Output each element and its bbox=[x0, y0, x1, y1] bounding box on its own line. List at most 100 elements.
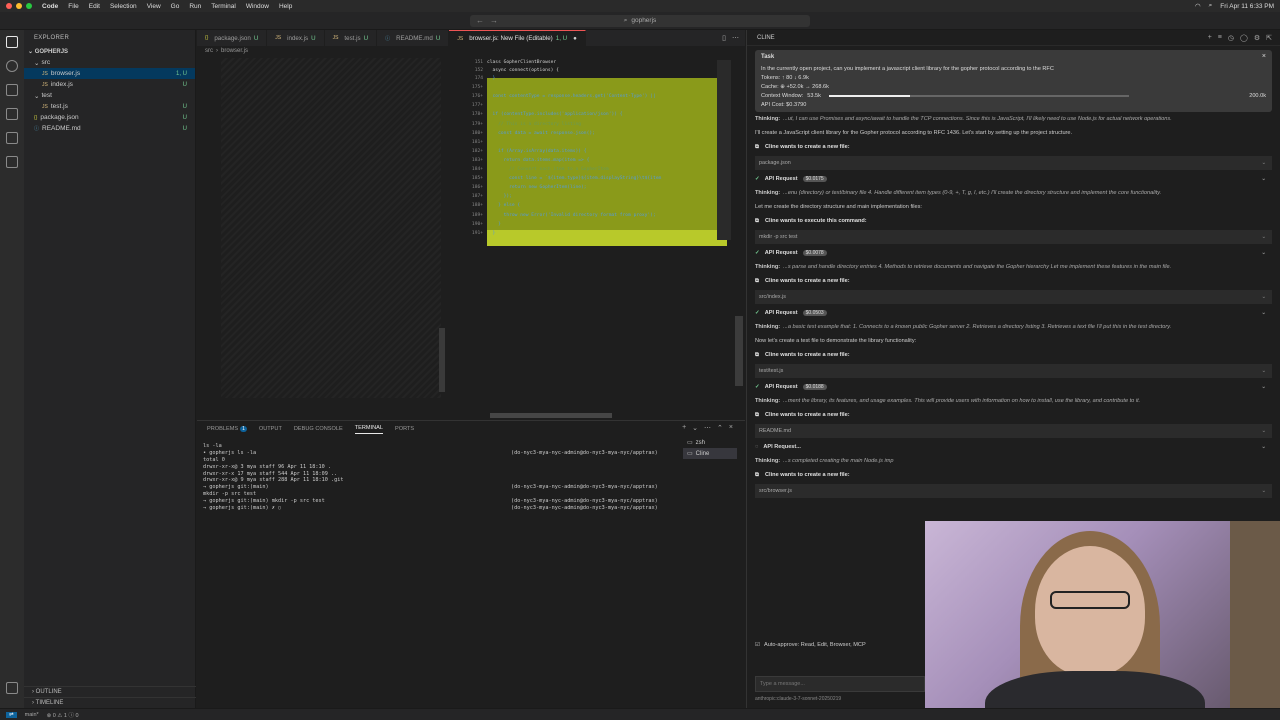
maximize-panel-icon[interactable]: ⌃ bbox=[717, 424, 723, 432]
forward-arrow-icon[interactable]: → bbox=[490, 16, 498, 25]
api-request-row[interactable]: ✓ API Request $0.0175 ⌄ bbox=[755, 172, 1272, 186]
tree-item-test-js[interactable]: JS test.js U bbox=[24, 101, 195, 112]
menu-item-help[interactable]: Help bbox=[279, 3, 292, 10]
chevron-down-icon[interactable]: ⌄ bbox=[1261, 234, 1266, 240]
panel-tab-terminal[interactable]: TERMINAL bbox=[354, 425, 383, 434]
menu-item-selection[interactable]: Selection bbox=[110, 3, 137, 10]
menu-item-terminal[interactable]: Terminal bbox=[211, 3, 236, 10]
wifi-icon[interactable]: ◠ bbox=[1195, 2, 1201, 10]
minimize-window-button[interactable] bbox=[16, 3, 22, 9]
outline-section[interactable]: › OUTLINE bbox=[24, 686, 196, 697]
menu-item-file[interactable]: File bbox=[68, 3, 78, 10]
chevron-down-icon[interactable]: ⌄ bbox=[1261, 444, 1266, 450]
menu-item-go[interactable]: Go bbox=[171, 3, 180, 10]
panel-tab-problems[interactable]: PROBLEMS 1 bbox=[207, 426, 247, 432]
api-request-row[interactable]: ✓ API Request $0.0188 ⌄ bbox=[755, 380, 1272, 394]
app-menu[interactable]: Code bbox=[42, 3, 58, 10]
close-icon[interactable]: × bbox=[1262, 53, 1266, 60]
new-task-icon[interactable]: + bbox=[1208, 34, 1212, 42]
terminal-item-zsh[interactable]: ▭ zsh bbox=[683, 437, 737, 448]
terminal-item-cline[interactable]: ▭ Cline bbox=[683, 448, 737, 459]
new-terminal-icon[interactable]: + bbox=[682, 424, 686, 432]
tree-item-package-json[interactable]: {} package.json U bbox=[24, 112, 195, 123]
explorer-icon[interactable] bbox=[6, 36, 18, 48]
tool-target[interactable]: README.md ⌄ bbox=[755, 424, 1272, 438]
timeline-section[interactable]: › TIMELINE bbox=[24, 697, 196, 708]
tool-target[interactable]: test/test.js ⌄ bbox=[755, 364, 1272, 378]
tree-item-index-js[interactable]: JS index.js U bbox=[24, 79, 195, 90]
tab-README-md[interactable]: ⓘ README.md U bbox=[377, 30, 450, 46]
tool-target[interactable]: src/index.js ⌄ bbox=[755, 290, 1272, 304]
back-arrow-icon[interactable]: ← bbox=[476, 16, 484, 25]
api-request-row[interactable]: ✓ API Request $0.0503 ⌄ bbox=[755, 306, 1272, 320]
chevron-down-icon[interactable]: ⌄ bbox=[1261, 250, 1266, 256]
cline-icon[interactable] bbox=[6, 156, 18, 168]
tree-item-test[interactable]: ⌄ test bbox=[24, 90, 195, 101]
diff-editor[interactable]: 151 class GopherClientBrowser 152 async co… bbox=[197, 56, 745, 418]
tree-item-README-md[interactable]: ⓘ README.md U bbox=[24, 123, 195, 134]
chevron-down-icon[interactable]: ⌄ bbox=[1261, 310, 1266, 316]
api-request-row[interactable]: ✓ API Request $0.0078 ⌄ bbox=[755, 246, 1272, 260]
history-icon[interactable]: ◷ bbox=[1228, 34, 1234, 42]
remote-icon[interactable]: ⇌ bbox=[6, 711, 17, 718]
menu-item-run[interactable]: Run bbox=[189, 3, 201, 10]
tool-target[interactable]: src/browser.js ⌄ bbox=[755, 484, 1272, 498]
chevron-down-icon[interactable]: ⌄ bbox=[1261, 368, 1266, 374]
problems-indicator[interactable]: ⊗ 0 ⚠ 1 ⓘ 0 bbox=[47, 711, 79, 719]
tree-item-src[interactable]: ⌄ src bbox=[24, 57, 195, 68]
more-actions-icon[interactable]: ⋯ bbox=[704, 424, 711, 432]
terminal-output[interactable]: ls -la • gopherjs ls -la (do-nyc3-mya-nyc-… bbox=[203, 443, 683, 512]
gear-icon[interactable] bbox=[6, 682, 18, 694]
account-icon[interactable]: ◯ bbox=[1240, 34, 1248, 42]
tab-package-json[interactable]: {} package.json U bbox=[197, 30, 268, 46]
project-folder[interactable]: ⌄ GOPHERJS bbox=[24, 46, 195, 57]
split-editor-icon[interactable]: ▯ bbox=[722, 34, 726, 42]
clock[interactable]: Fri Apr 11 6:33 PM bbox=[1220, 3, 1274, 10]
chevron-down-icon[interactable]: ⌄ bbox=[692, 424, 698, 432]
vertical-scrollbar[interactable] bbox=[735, 316, 743, 386]
api-request-row[interactable]: ◌ API Request... ⌄ bbox=[755, 440, 1272, 454]
extensions-icon[interactable] bbox=[6, 132, 18, 144]
menu-item-view[interactable]: View bbox=[147, 3, 161, 10]
modified-code-pane[interactable]: 151 class GopherClientBrowser 152 async co… bbox=[453, 58, 733, 248]
auto-approve-row[interactable]: ☑ Auto-approve: Read, Edit, Browser, MCP bbox=[755, 642, 866, 648]
menu-item-edit[interactable]: Edit bbox=[89, 3, 100, 10]
checkbox-icon[interactable]: ☑ bbox=[755, 642, 760, 648]
model-selector[interactable]: anthropic:claude-3-7-sonnet-20250219 bbox=[755, 696, 841, 702]
chevron-down-icon[interactable]: ⌄ bbox=[1261, 176, 1266, 182]
close-icon[interactable]: × bbox=[729, 424, 733, 432]
gear-icon[interactable]: ⚙ bbox=[1254, 34, 1260, 42]
tree-item-browser-js[interactable]: JS browser.js 1, U bbox=[24, 68, 195, 79]
horizontal-scrollbar[interactable] bbox=[490, 413, 612, 418]
tab-test-js[interactable]: JS test.js U bbox=[325, 30, 378, 46]
source-control-icon[interactable] bbox=[6, 84, 18, 96]
branch-indicator[interactable]: main* bbox=[25, 712, 39, 718]
mcp-icon[interactable]: ≡ bbox=[1218, 34, 1222, 42]
unsaved-dot-icon[interactable]: ● bbox=[573, 35, 577, 42]
tool-target[interactable]: package.json ⌄ bbox=[755, 156, 1272, 170]
command-center[interactable]: ⌕ gopherjs bbox=[470, 14, 810, 27]
tab-index-js[interactable]: JS index.js U bbox=[267, 30, 325, 46]
search-icon[interactable]: ⌕ bbox=[1209, 2, 1213, 10]
zoom-window-button[interactable] bbox=[26, 3, 32, 9]
panel-tab-ports[interactable]: PORTS bbox=[395, 426, 414, 432]
run-debug-icon[interactable] bbox=[6, 108, 18, 120]
minimap[interactable] bbox=[717, 60, 731, 240]
task-card[interactable]: Task × In the currently open project, ca… bbox=[755, 50, 1272, 112]
popout-icon[interactable]: ⇱ bbox=[1266, 34, 1272, 42]
chevron-down-icon[interactable]: ⌄ bbox=[1261, 428, 1266, 434]
menu-item-window[interactable]: Window bbox=[246, 3, 269, 10]
chevron-down-icon[interactable]: ⌄ bbox=[1261, 488, 1266, 494]
close-window-button[interactable] bbox=[6, 3, 12, 9]
chevron-down-icon[interactable]: ⌄ bbox=[1261, 384, 1266, 390]
diff-scrollbar[interactable] bbox=[439, 328, 445, 392]
tool-target[interactable]: mkdir -p src test ⌄ bbox=[755, 230, 1272, 244]
panel-tab-output[interactable]: OUTPUT bbox=[259, 426, 282, 432]
chevron-down-icon[interactable]: ⌄ bbox=[1261, 160, 1266, 166]
breadcrumb-folder[interactable]: src bbox=[205, 48, 213, 54]
more-actions-icon[interactable]: ⋯ bbox=[732, 34, 739, 42]
panel-tab-debug-console[interactable]: DEBUG CONSOLE bbox=[294, 426, 343, 432]
chat-input[interactable]: Type a message... bbox=[755, 676, 925, 692]
search-icon[interactable] bbox=[6, 60, 18, 72]
chevron-down-icon[interactable]: ⌄ bbox=[1261, 294, 1266, 300]
